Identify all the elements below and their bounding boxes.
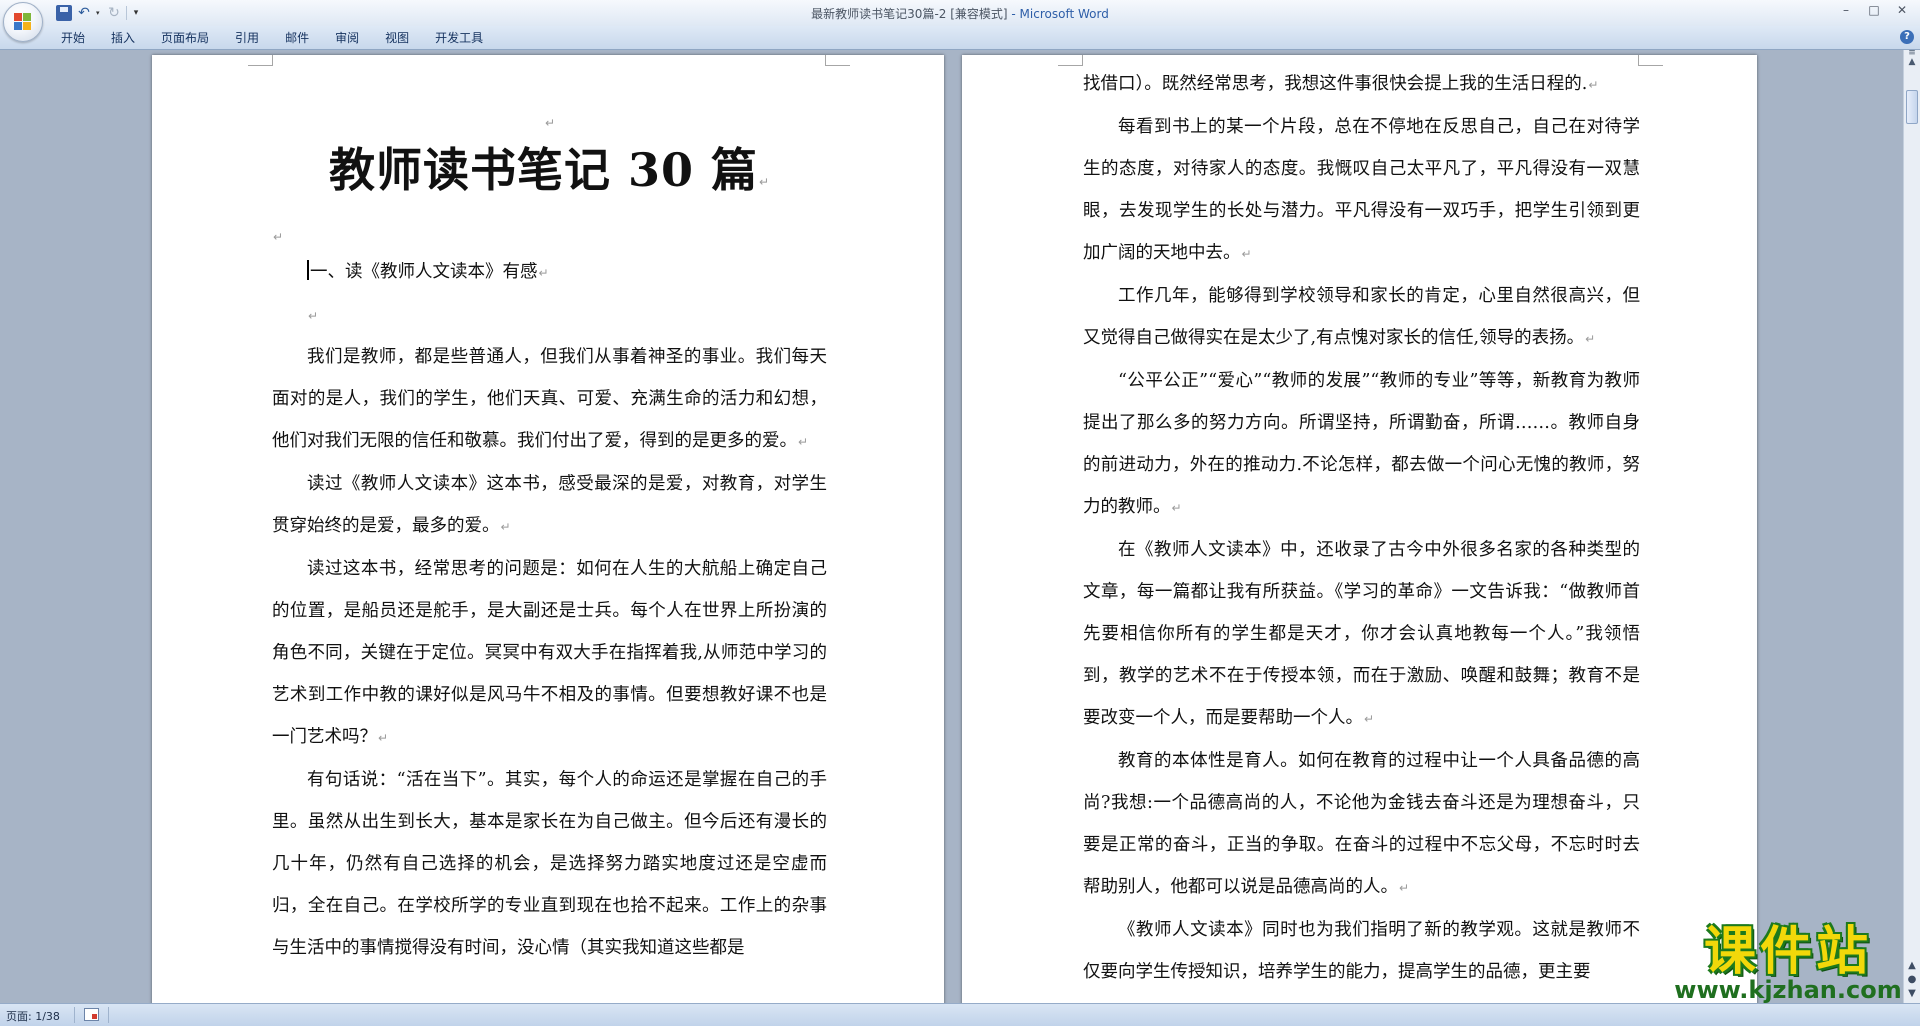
- office-logo-icon: [14, 13, 32, 31]
- window-controls: – □ ✕: [1832, 0, 1916, 22]
- application-name: - Microsoft Word: [1007, 7, 1109, 21]
- tab-developer[interactable]: 开发工具: [422, 29, 496, 47]
- crop-mark: [825, 55, 850, 66]
- empty-paragraph: ↵: [308, 309, 319, 323]
- status-bar: 页面: 1/38: [0, 1003, 1920, 1026]
- ribbon-tabs: 开始 插入 页面布局 引用 邮件 审阅 视图 开发工具: [48, 29, 496, 47]
- status-separator: [74, 1007, 75, 1023]
- text-cursor: [307, 260, 309, 280]
- tab-page-layout[interactable]: 页面布局: [148, 29, 222, 47]
- body-paragraph: 我们是教师，都是些普通人，但我们从事着神圣的事业。我们每天面对的是人，我们的学生…: [272, 347, 827, 451]
- tab-mailings[interactable]: 邮件: [272, 29, 322, 47]
- body-paragraph: 《教师人文读本》同时也为我们指明了新的教学观。这就是教师不仅要向学生传授知识，培…: [1083, 920, 1640, 982]
- body-paragraph: 在《教师人文读本》中，还收录了古今中外很多名家的各种类型的文章，每一篇都让我有所…: [1083, 540, 1640, 728]
- minimize-button[interactable]: –: [1832, 0, 1860, 20]
- page-left-text[interactable]: ↵ 教师读书笔记 30 篇↵ ↵ 一、读《教师人文读本》有感↵ ↵ 我们是教师，…: [272, 107, 827, 969]
- document-name: 最新教师读书笔记30篇-2 [兼容模式]: [811, 7, 1008, 21]
- help-icon[interactable]: ?: [1900, 30, 1914, 44]
- body-paragraph: 读过《教师人文读本》这本书，感受最深的是爱，对教育，对学生贯穿始终的是爱，最多的…: [272, 474, 827, 536]
- body-paragraph: “公平公正”“爱心”“教师的发展”“教师的专业”等等，新教育为教师提出了那么多的…: [1083, 371, 1640, 517]
- maximize-button[interactable]: □: [1860, 0, 1888, 20]
- body-paragraph: 每看到书上的某一个片段，总在不停地在反思自己，自己在对待学生的态度，对待家人的态…: [1083, 117, 1640, 263]
- scroll-thumb[interactable]: [1906, 90, 1918, 124]
- page-right[interactable]: 找借口）。既然经常思考，我想这件事很快会提上我的生活日程的.↵ 每看到书上的某一…: [962, 55, 1757, 1003]
- window-title: 最新教师读书笔记30篇-2 [兼容模式] - Microsoft Word: [0, 5, 1920, 22]
- tab-references[interactable]: 引用: [222, 29, 272, 47]
- close-button[interactable]: ✕: [1888, 0, 1916, 20]
- vertical-scrollbar[interactable]: ≡ ▲ ▲ ● ▼: [1903, 48, 1920, 1003]
- crop-mark: [1638, 55, 1663, 66]
- status-separator: [108, 1007, 109, 1023]
- page-right-text[interactable]: 找借口）。既然经常思考，我想这件事很快会提上我的生活日程的.↵ 每看到书上的某一…: [1083, 63, 1640, 993]
- tab-review[interactable]: 审阅: [322, 29, 372, 47]
- tab-view[interactable]: 视图: [372, 29, 422, 47]
- crop-mark: [1058, 55, 1083, 66]
- body-paragraph: 读过这本书，经常思考的问题是：如何在人生的大航船上确定自己的位置，是船员还是舵手…: [272, 559, 827, 747]
- office-button[interactable]: [3, 2, 43, 42]
- body-paragraph: 工作几年，能够得到学校领导和家长的肯定，心里自然很高兴，但又觉得自己做得实在是太…: [1083, 286, 1640, 348]
- tab-insert[interactable]: 插入: [98, 29, 148, 47]
- proofing-status-icon[interactable]: [84, 1008, 99, 1021]
- body-paragraph: 找借口）。既然经常思考，我想这件事很快会提上我的生活日程的.↵: [1083, 74, 1599, 94]
- ribbon: 开始 插入 页面布局 引用 邮件 审阅 视图 开发工具 ?: [0, 26, 1920, 50]
- body-paragraph: 有句话说：“活在当下”。其实，每个人的命运还是掌握在自己的手里。虽然从出生到长大…: [272, 770, 827, 958]
- crop-mark: [248, 55, 273, 66]
- watermark-url: www.kjzhan.com: [1674, 976, 1902, 1004]
- tab-home[interactable]: 开始: [48, 29, 98, 47]
- empty-paragraph: ↵: [273, 230, 284, 244]
- page-left[interactable]: ↵ 教师读书笔记 30 篇↵ ↵ 一、读《教师人文读本》有感↵ ↵ 我们是教师，…: [152, 55, 944, 1003]
- document-workspace[interactable]: ↵ 教师读书笔记 30 篇↵ ↵ 一、读《教师人文读本》有感↵ ↵ 我们是教师，…: [0, 50, 1904, 1003]
- page-count-status[interactable]: 页面: 1/38: [6, 1008, 60, 1024]
- body-paragraph: 教育的本体性是育人。如何在教育的过程中让一个人具备品德的高尚?我想:一个品德高尚…: [1083, 751, 1640, 897]
- watermark-name: 课件站: [1703, 922, 1872, 982]
- document-heading: 教师读书笔记 30 篇↵: [328, 143, 771, 197]
- section-heading: 一、读《教师人文读本》有感↵: [272, 251, 827, 294]
- scroll-up-icon[interactable]: ▲: [1906, 56, 1918, 68]
- title-bar: ↶ ▾ ↻ ▾ 最新教师读书笔记30篇-2 [兼容模式] - Microsoft…: [0, 0, 1920, 26]
- empty-paragraph: ↵: [544, 116, 556, 130]
- site-watermark: 课件站 www.kjzhan.com: [1668, 924, 1908, 1004]
